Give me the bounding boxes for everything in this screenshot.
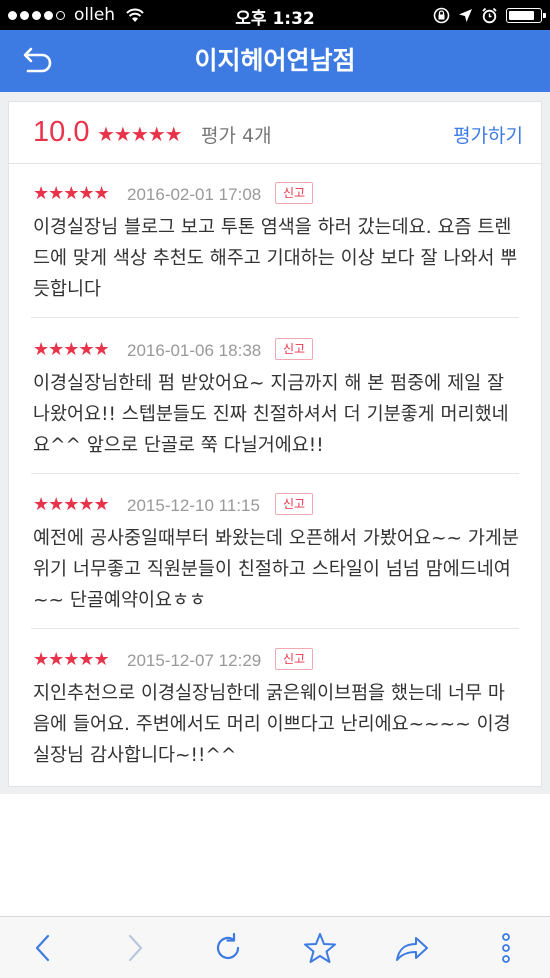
share-icon — [396, 937, 428, 961]
report-button[interactable]: 신고 — [275, 338, 314, 360]
review-stars: ★★★★★ — [33, 339, 110, 360]
reload-icon — [216, 932, 240, 960]
review-item: ★★★★★ 2016-02-01 17:08 신고 이경실장님 블로그 보고 투… — [9, 164, 541, 319]
rating-count: 평가 4개 — [201, 125, 272, 147]
review-item: ★★★★★ 2015-12-10 11:15 신고 예전에 공사중일때부터 봐왔… — [9, 474, 541, 629]
review-stars: ★★★★★ — [33, 649, 110, 670]
app-header: 이지헤어연남점 — [0, 30, 550, 92]
rotation-lock-icon — [433, 7, 450, 23]
browser-back-button[interactable] — [13, 917, 73, 978]
review-text: 이경실장님 블로그 보고 투톤 염색을 하러 갔는데요. 요즘 트렌드에 맞게 … — [33, 217, 518, 300]
review-stars: ★★★★★ — [33, 494, 110, 515]
battery-icon — [506, 7, 546, 23]
reviews-card: 10.0 ★★★★★ 평가 4개 평가하기 ★★★★★ 2016-02-01 1… — [8, 101, 542, 787]
page-title: 이지헤어연남점 — [194, 46, 356, 75]
report-button[interactable]: 신고 — [275, 493, 314, 515]
bookmark-button[interactable] — [290, 917, 350, 978]
review-item: ★★★★★ 2016-01-06 18:38 신고 이경실장님한테 펌 받았어요… — [9, 319, 541, 474]
report-button[interactable]: 신고 — [275, 182, 314, 204]
status-bar: olleh 오후 1:32 — [0, 0, 550, 30]
review-date: 2015-12-07 12:29 — [127, 651, 262, 670]
review-date: 2016-01-06 18:38 — [127, 341, 262, 360]
report-button[interactable]: 신고 — [275, 648, 314, 670]
review-item: ★★★★★ 2015-12-07 12:29 신고 지인추천으로 이경실장님한데… — [9, 629, 541, 784]
share-button[interactable] — [382, 917, 442, 978]
status-icons — [433, 0, 546, 30]
review-date: 2016-02-01 17:08 — [127, 185, 262, 204]
review-divider — [31, 317, 519, 318]
back-icon — [35, 934, 50, 962]
browser-forward-button[interactable] — [105, 917, 165, 978]
location-arrow-icon — [459, 8, 472, 22]
more-icon — [502, 933, 510, 963]
forward-icon — [128, 934, 143, 962]
rating-summary: 10.0 ★★★★★ 평가 4개 평가하기 — [9, 102, 541, 164]
average-stars: ★★★★★ — [97, 122, 183, 146]
browser-toolbar — [0, 916, 550, 978]
more-button[interactable] — [476, 917, 536, 978]
rate-button[interactable]: 평가하기 — [453, 121, 523, 148]
bookmark-star-icon — [304, 933, 336, 963]
review-stars: ★★★★★ — [33, 183, 110, 204]
review-date: 2015-12-10 11:15 — [127, 496, 260, 515]
average-score: 10.0 — [33, 116, 90, 148]
review-text: 지인추천으로 이경실장님한데 굵은웨이브펌을 했는데 너무 마음에 들어요. 주… — [33, 683, 511, 766]
review-text: 이경실장님한테 펌 받았어요~ 지금까지 해 본 펌중에 제일 잘나왔어요!! … — [33, 373, 509, 456]
review-text: 예전에 공사중일때부터 봐왔는데 오픈해서 가봤어요~~ 가게분위기 너무좋고 … — [33, 528, 519, 611]
reload-button[interactable] — [198, 917, 258, 978]
alarm-clock-icon — [482, 7, 497, 23]
